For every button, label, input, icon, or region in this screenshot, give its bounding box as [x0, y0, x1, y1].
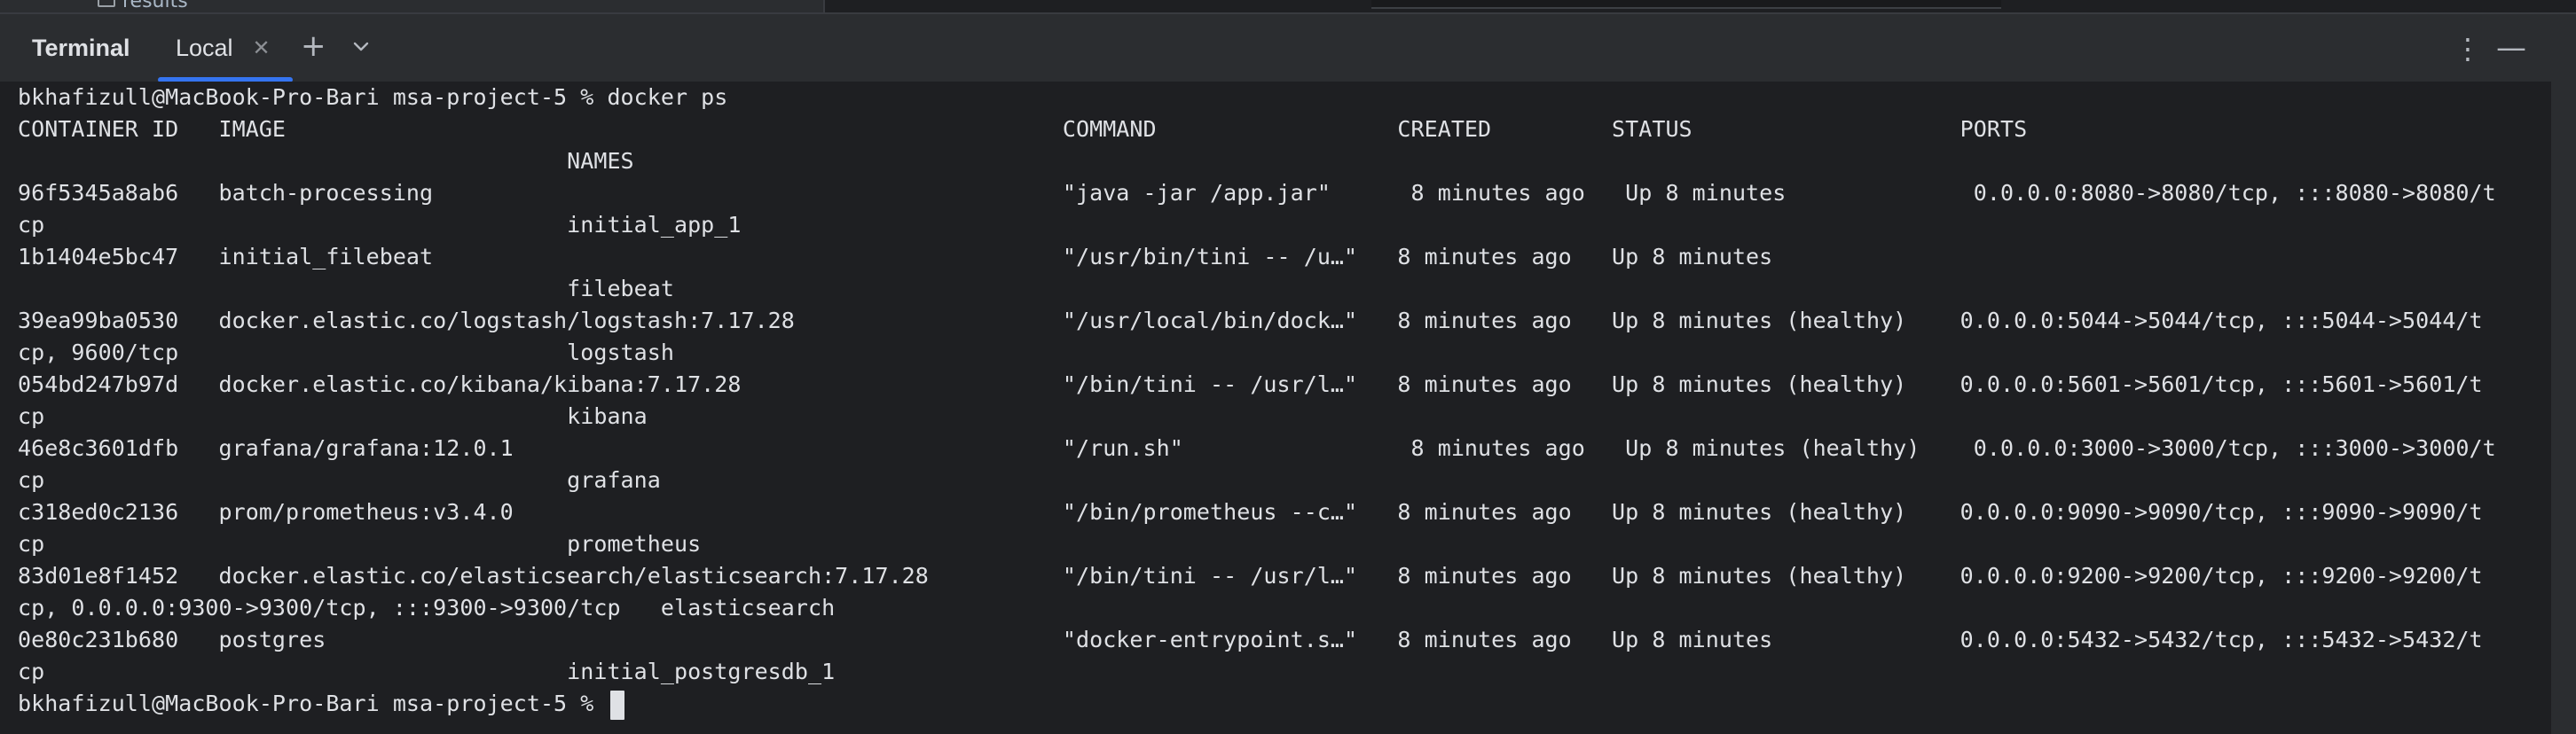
terminal-line: cp kibana — [18, 403, 648, 429]
editor-panel-edge — [1371, 0, 2001, 9]
editor-top-strip: results — [0, 0, 2576, 12]
terminal-line: cp, 9600/tcp logstash — [18, 340, 674, 365]
project-tree-item[interactable]: results — [98, 0, 188, 12]
chevron-down-icon[interactable] — [352, 34, 370, 64]
terminal-line: filebeat — [18, 276, 674, 301]
tab-local[interactable]: Local ✕ — [176, 35, 271, 61]
terminal-line: 0e80c231b680 postgres "docker-entrypoint… — [18, 627, 2483, 652]
close-icon[interactable]: ✕ — [253, 35, 271, 61]
text-cursor — [610, 690, 625, 720]
terminal-prompt-line[interactable]: bkhafizull@MacBook-Pro-Bari msa-project-… — [18, 688, 625, 720]
hide-icon[interactable]: — — [2496, 30, 2526, 66]
terminal-line: bkhafizull@MacBook-Pro-Bari msa-project-… — [18, 84, 728, 110]
more-options-icon[interactable]: ⋮ — [2454, 32, 2482, 66]
terminal-line: c318ed0c2136 prom/prometheus:v3.4.0 "/bi… — [18, 499, 2483, 525]
chevron-down-icon-graphic — [353, 42, 369, 51]
tab-label: Local — [176, 34, 233, 61]
terminal-line: cp grafana — [18, 467, 661, 493]
terminal-line: 46e8c3601dfb grafana/grafana:12.0.1 "/ru… — [18, 435, 2496, 461]
terminal-line: cp initial_app_1 — [18, 212, 742, 238]
project-tree-panel: results — [0, 0, 825, 12]
scrollbar[interactable] — [2551, 14, 2576, 734]
terminal-line: cp prometheus — [18, 531, 702, 557]
terminal-prompt: bkhafizull@MacBook-Pro-Bari msa-project-… — [18, 691, 608, 716]
terminal-line: CONTAINER ID IMAGE COMMAND CREATED STATU… — [18, 116, 2028, 142]
terminal-line: NAMES — [18, 148, 634, 174]
folder-icon — [98, 0, 115, 7]
terminal-line: cp initial_postgresdb_1 — [18, 659, 836, 684]
terminal-output[interactable]: bkhafizull@MacBook-Pro-Bari msa-project-… — [0, 82, 2551, 734]
tool-window-title: Terminal — [32, 35, 130, 61]
terminal-line: 1b1404e5bc47 initial_filebeat "/usr/bin/… — [18, 244, 1773, 269]
terminal-line: 39ea99ba0530 docker.elastic.co/logstash/… — [18, 308, 2483, 333]
terminal-line: 83d01e8f1452 docker.elastic.co/elasticse… — [18, 563, 2483, 589]
terminal-line: cp, 0.0.0.0:9300->9300/tcp, :::9300->930… — [18, 595, 836, 621]
project-tree-item-label: results — [122, 0, 188, 12]
terminal-line: 96f5345a8ab6 batch-processing "java -jar… — [18, 180, 2496, 206]
add-tab-icon[interactable]: + — [301, 28, 326, 64]
terminal-header: Terminal Local ✕ + ⋮ — — [0, 14, 2551, 82]
terminal-line: 054bd247b97d docker.elastic.co/kibana/ki… — [18, 371, 2483, 397]
